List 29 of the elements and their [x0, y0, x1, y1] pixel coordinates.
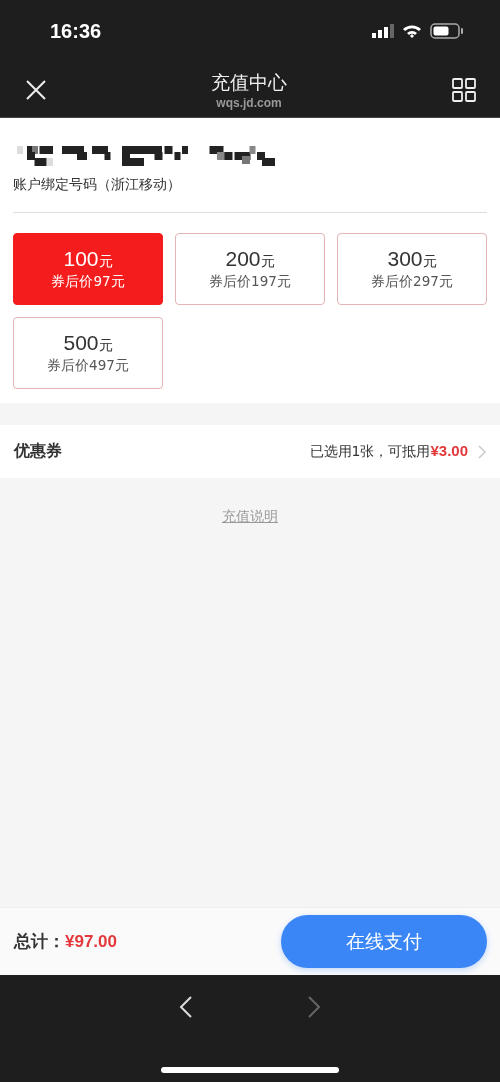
- recharge-option[interactable]: 200元 券后价197元: [175, 233, 325, 305]
- recharge-option[interactable]: 300元 券后价297元: [337, 233, 487, 305]
- battery-icon: [430, 23, 464, 39]
- coupon-label: 优惠券: [14, 441, 63, 462]
- pay-button[interactable]: 在线支付: [281, 915, 487, 968]
- chevron-right-icon: [478, 444, 487, 459]
- total-label: 总计：: [14, 930, 65, 953]
- close-icon[interactable]: [26, 79, 46, 100]
- page-title: 充值中心: [211, 69, 287, 95]
- total-amount: ¥97.00: [65, 931, 118, 952]
- recharge-option[interactable]: 500元 券后价497元: [13, 317, 163, 389]
- discounted-price: 券后价297元: [371, 273, 453, 291]
- recharge-option[interactable]: 100元 券后价97元: [13, 233, 163, 305]
- discounted-price: 券后价97元: [51, 273, 125, 291]
- coupon-row[interactable]: 优惠券 已选用1张，可抵用¥3.00: [0, 425, 500, 478]
- recharge-amount: 200元: [225, 247, 275, 271]
- coupon-summary: 已选用1张，可抵用¥3.00: [309, 442, 468, 461]
- recharge-amount: 300元: [387, 247, 437, 271]
- account-label: 账户绑定号码（浙江移动）: [13, 172, 487, 213]
- grid-icon[interactable]: [452, 77, 476, 102]
- recharge-amount: 500元: [63, 331, 113, 355]
- back-icon[interactable]: [179, 995, 193, 1019]
- discounted-price: 券后价497元: [47, 357, 129, 375]
- signal-icon: [372, 24, 394, 38]
- recharge-amount: 100元: [63, 247, 113, 271]
- status-time: 16:36: [50, 19, 102, 43]
- wifi-icon: [402, 24, 422, 38]
- page-url: wqs.jd.com: [216, 95, 282, 110]
- discounted-price: 券后价197元: [209, 273, 291, 291]
